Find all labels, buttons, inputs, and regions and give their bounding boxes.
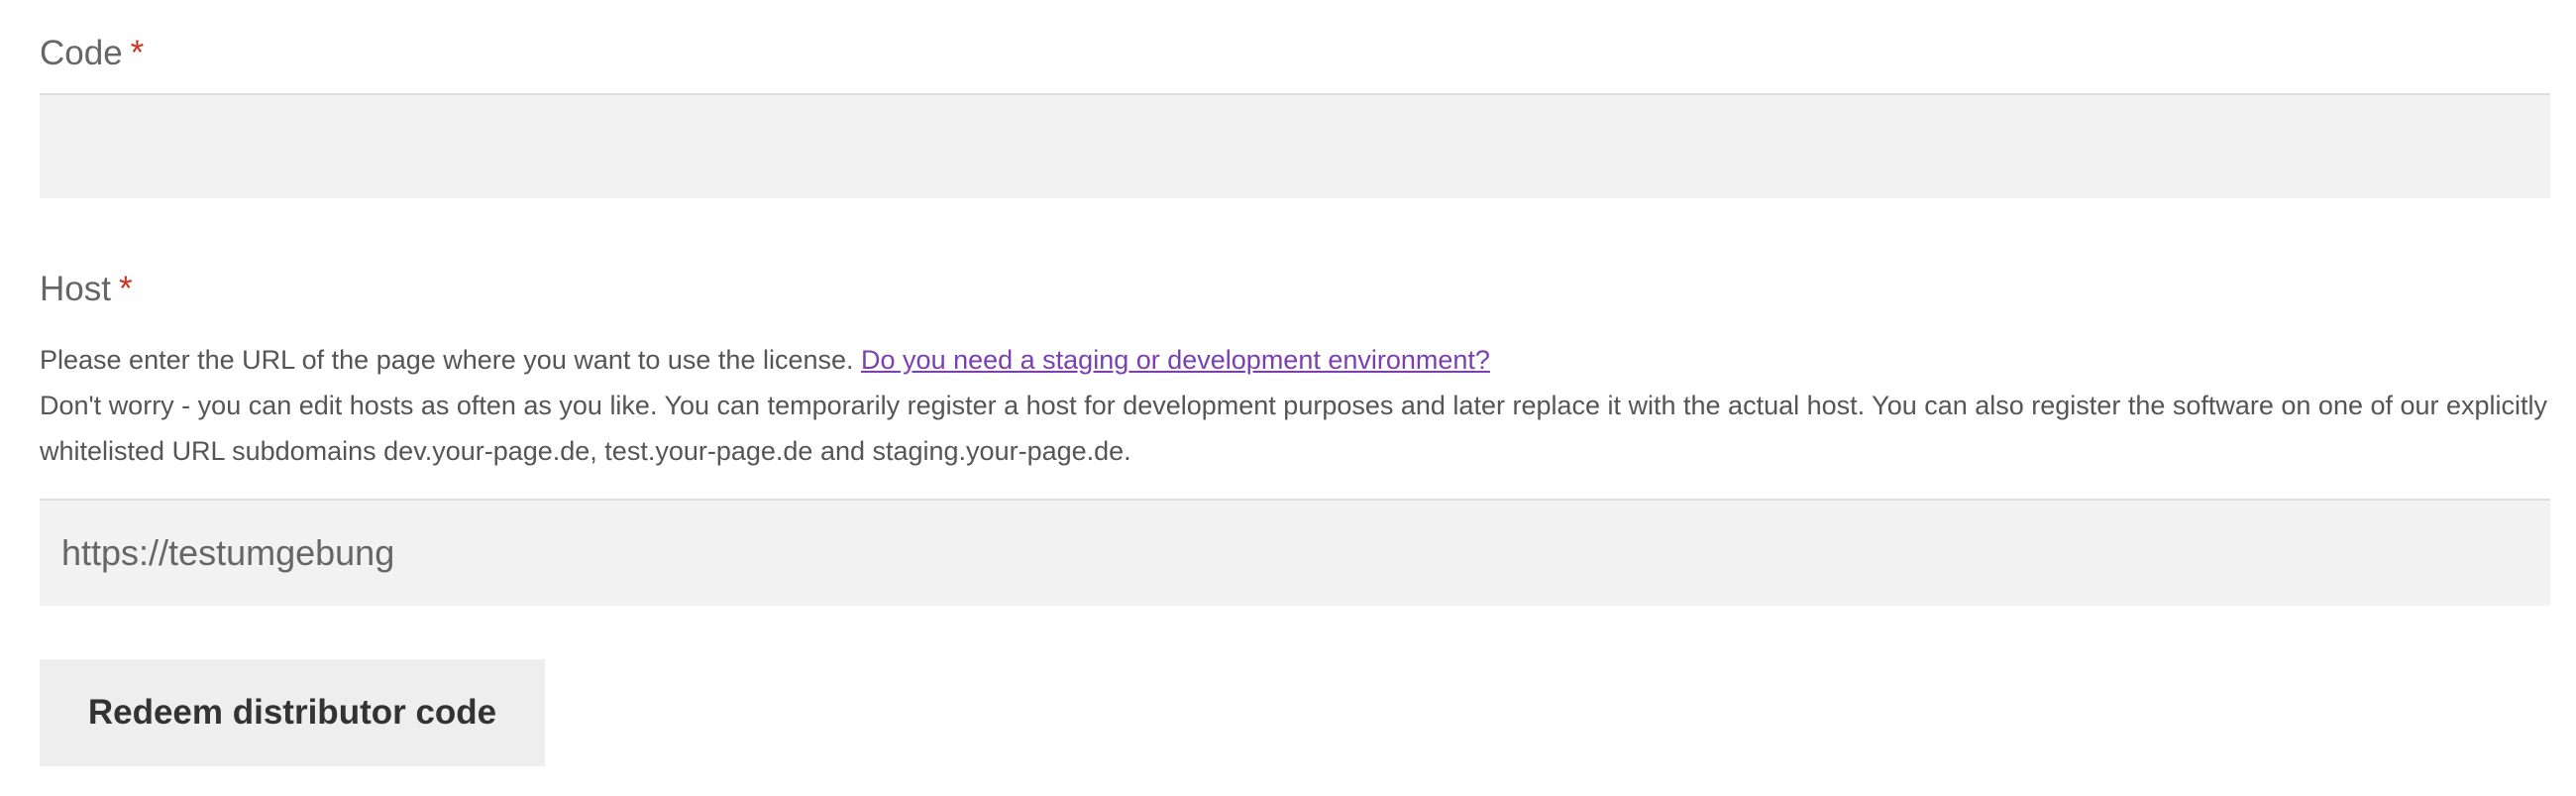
host-label-text: Host (40, 270, 111, 308)
redeem-distributor-code-button[interactable]: Redeem distributor code (40, 659, 545, 766)
host-help-line: Please enter the URL of the page where y… (40, 337, 2550, 383)
host-required-marker: * (118, 270, 133, 308)
staging-environment-link[interactable]: Do you need a staging or development env… (861, 345, 1490, 375)
code-required-marker: * (130, 34, 145, 72)
host-input[interactable] (40, 499, 2550, 606)
host-help-detail: Don't worry - you can edit hosts as ofte… (40, 391, 2548, 466)
host-label: Host * (40, 270, 133, 309)
code-label-text: Code (40, 34, 123, 72)
host-help-text: Please enter the URL of the page where y… (40, 337, 2550, 474)
host-help-intro: Please enter the URL of the page where y… (40, 345, 854, 375)
code-input[interactable] (40, 93, 2550, 198)
code-label: Code * (40, 34, 144, 73)
